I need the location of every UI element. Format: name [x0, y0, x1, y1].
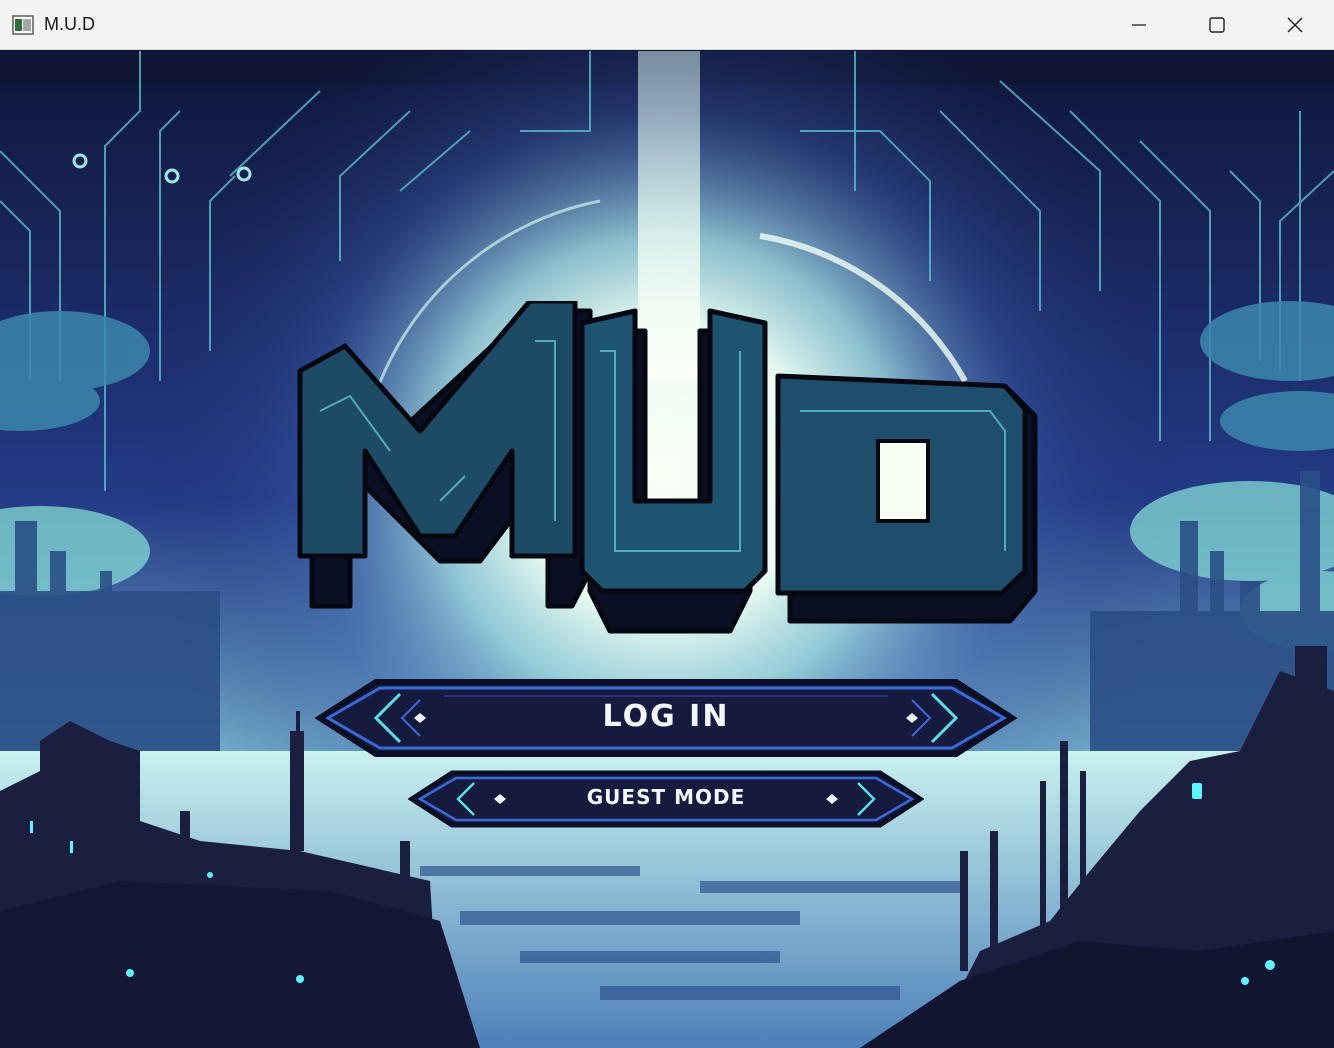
close-icon: [1287, 17, 1303, 33]
window-title: M.U.D: [44, 14, 95, 34]
app-window-icon: [12, 15, 34, 35]
login-button[interactable]: LOG IN: [314, 676, 1018, 760]
minimize-icon: [1132, 24, 1146, 26]
mud-logo: [297, 301, 1038, 634]
minimize-button[interactable]: [1100, 0, 1178, 50]
maximize-button[interactable]: [1178, 0, 1256, 50]
login-button-label: LOG IN: [602, 699, 730, 734]
guest-mode-button-label: GUEST MODE: [586, 785, 746, 809]
guest-mode-button[interactable]: GUEST MODE: [408, 769, 924, 829]
game-canvas[interactable]: LOG IN GUEST MODE: [0, 51, 1334, 1048]
close-button[interactable]: [1256, 0, 1334, 50]
title-bar: M.U.D: [0, 0, 1334, 50]
maximize-icon: [1209, 17, 1225, 33]
